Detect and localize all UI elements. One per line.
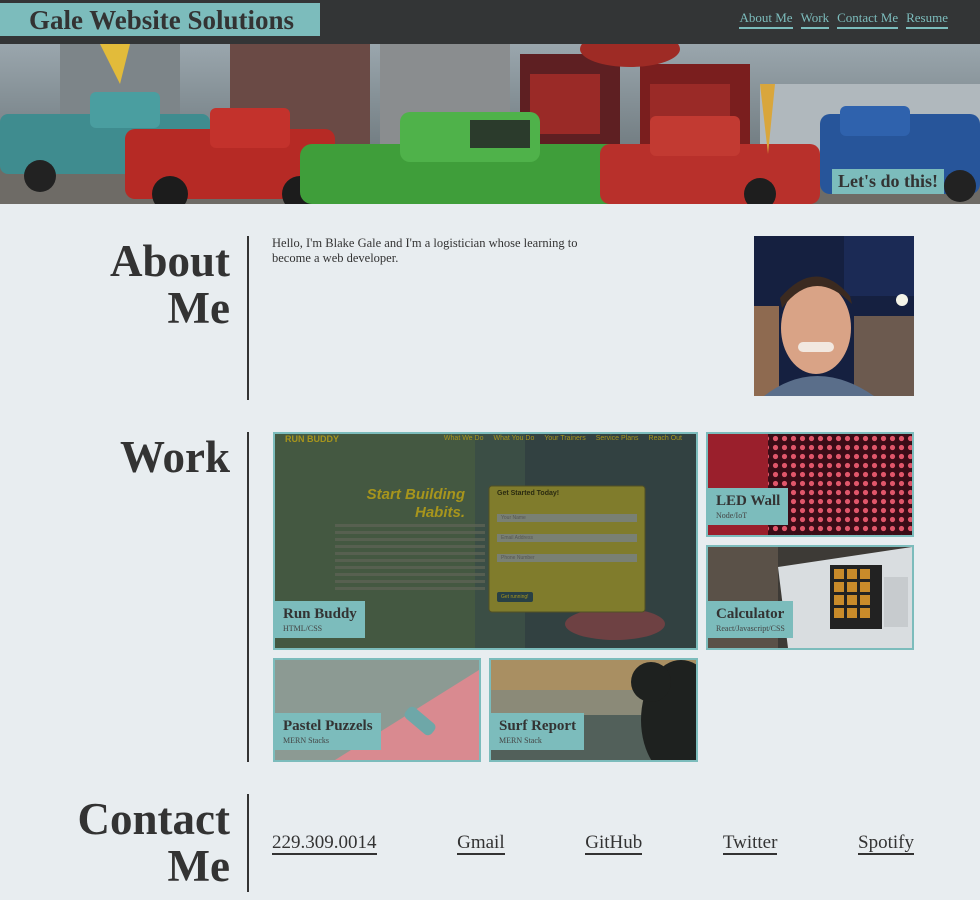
about-heading-line2: Me	[167, 283, 230, 333]
project-label-pastel-puzzels: Pastel Puzzels MERN Stacks	[275, 713, 381, 750]
nav-resume[interactable]: Resume	[906, 10, 948, 29]
project-card-run-buddy[interactable]: RUN BUDDY What We Do What You Do Your Tr…	[273, 432, 698, 650]
project-label-calculator: Calculator React/Javascript/CSS	[708, 601, 793, 638]
run-buddy-submit: Get running!	[501, 594, 529, 600]
about-text: Hello, I'm Blake Gale and I'm a logistic…	[272, 236, 578, 265]
project-title: Pastel Puzzels	[283, 718, 373, 734]
run-buddy-form-title: Get Started Today!	[497, 490, 560, 497]
project-label-led-wall: LED Wall Node/IoT	[708, 488, 789, 525]
run-buddy-nav-item: Your Trainers	[544, 435, 586, 442]
project-label-run-buddy: Run Buddy HTML/CSS	[275, 601, 365, 638]
run-buddy-brand: RUN BUDDY	[285, 434, 339, 444]
run-buddy-headline-line1: Start Building	[366, 486, 465, 503]
project-card-led-wall[interactable]: LED Wall Node/IoT	[706, 432, 914, 537]
project-card-calculator[interactable]: Calculator React/Javascript/CSS	[706, 545, 914, 650]
run-buddy-nav-item: What You Do	[493, 435, 535, 442]
run-buddy-nav: What We Do What You Do Your Trainers Ser…	[444, 435, 682, 442]
project-label-surf-report: Surf Report MERN Stack	[491, 713, 585, 750]
project-title: Surf Report	[499, 718, 577, 734]
nav-about-me[interactable]: About Me	[739, 10, 793, 29]
nav-work[interactable]: Work	[800, 10, 830, 29]
profile-photo	[754, 236, 914, 396]
about-heading: About Me	[110, 238, 230, 332]
project-title: LED Wall	[716, 493, 781, 509]
main-nav: About Me Work Contact Me Resume	[739, 10, 948, 29]
brand-block[interactable]: Gale Website Solutions	[0, 3, 320, 36]
project-stack: HTML/CSS	[283, 624, 323, 633]
top-bar: Gale Website Solutions About Me Work Con…	[0, 0, 980, 44]
work-divider	[247, 432, 249, 762]
project-card-pastel-puzzels[interactable]: Pastel Puzzels MERN Stacks	[273, 658, 481, 762]
project-title: Run Buddy	[283, 606, 357, 622]
work-heading: Work	[119, 432, 230, 482]
contact-spotify-link[interactable]: Spotify	[858, 832, 914, 855]
profile-photo-image	[754, 236, 914, 396]
run-buddy-nav-item: Reach Out	[648, 435, 682, 442]
project-stack: React/Javascript/CSS	[716, 624, 785, 633]
project-title: Calculator	[716, 606, 785, 622]
project-stack: MERN Stack	[499, 736, 542, 745]
project-stack: MERN Stacks	[283, 736, 329, 745]
run-buddy-nav-item: Service Plans	[595, 435, 639, 442]
run-buddy-headline-line2: Habits.	[414, 504, 465, 521]
run-buddy-phone-field: Phone Number	[501, 555, 535, 561]
lets-do-this-button[interactable]: Let's do this!	[831, 169, 944, 194]
hero-banner: Let's do this!	[0, 44, 980, 204]
contact-divider	[247, 794, 249, 892]
contact-gmail-link[interactable]: Gmail	[457, 832, 505, 855]
nav-contact-me[interactable]: Contact Me	[837, 10, 899, 29]
run-buddy-email-field: Email Address	[501, 535, 533, 541]
contact-github-link[interactable]: GitHub	[585, 832, 643, 855]
run-buddy-nav-item: What We Do	[443, 435, 484, 442]
brand-title[interactable]: Gale Website Solutions	[29, 5, 294, 36]
run-buddy-headline: Start Building Habits.	[351, 486, 465, 522]
contact-heading-line1: Contact	[77, 794, 230, 844]
contact-twitter-link[interactable]: Twitter	[722, 832, 778, 855]
about-heading-line1: About	[109, 236, 230, 286]
run-buddy-name-field: Your Name	[501, 515, 526, 521]
contact-phone-link[interactable]: 229.309.0014	[272, 832, 377, 855]
contact-links: 229.309.0014 Gmail GitHub Twitter Spotif…	[272, 832, 914, 855]
about-divider	[247, 236, 249, 400]
project-card-surf-report[interactable]: Surf Report MERN Stack	[489, 658, 698, 762]
project-stack: Node/IoT	[716, 511, 748, 520]
contact-heading: Contact Me	[78, 796, 230, 890]
contact-heading-line2: Me	[167, 841, 230, 891]
